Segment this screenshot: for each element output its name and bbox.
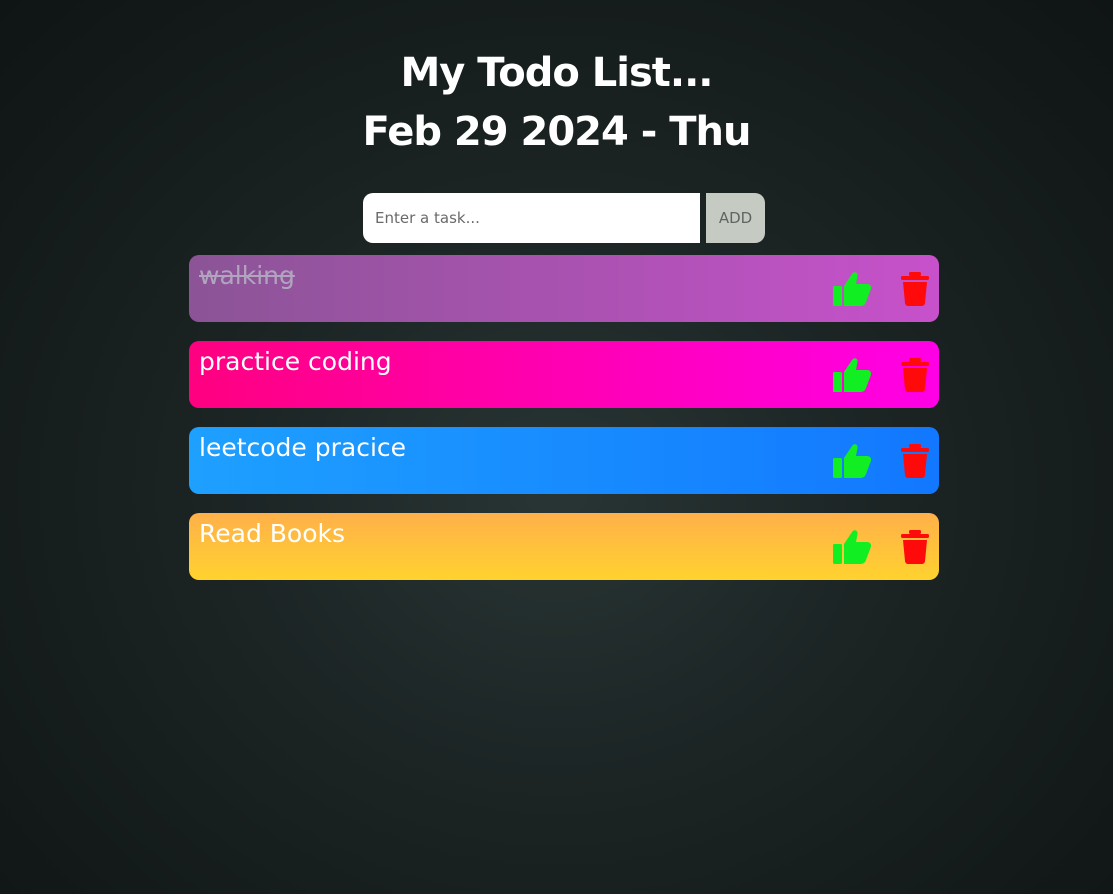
- task-item: practice coding: [189, 341, 939, 408]
- page-title: My Todo List...: [400, 50, 713, 96]
- trash-icon[interactable]: [900, 358, 930, 392]
- task-input-row: ADD: [363, 193, 765, 243]
- current-date: Feb 29 2024 - Thu: [362, 109, 752, 155]
- thumbs-up-icon[interactable]: [831, 355, 873, 395]
- task-text[interactable]: leetcode pracice: [199, 433, 406, 462]
- task-text[interactable]: walking: [199, 261, 295, 290]
- trash-icon[interactable]: [900, 444, 930, 478]
- thumbs-up-icon[interactable]: [831, 269, 873, 309]
- thumbs-up-icon[interactable]: [831, 527, 873, 567]
- trash-icon[interactable]: [900, 272, 930, 306]
- task-text[interactable]: Read Books: [199, 519, 345, 548]
- thumbs-up-icon[interactable]: [831, 441, 873, 481]
- header: My Todo List... Feb 29 2024 - Thu: [0, 46, 1113, 164]
- task-item: walking: [189, 255, 939, 322]
- add-button[interactable]: ADD: [706, 193, 765, 243]
- task-item: leetcode pracice: [189, 427, 939, 494]
- task-text[interactable]: practice coding: [199, 347, 392, 376]
- task-input[interactable]: [363, 193, 700, 243]
- trash-icon[interactable]: [900, 530, 930, 564]
- task-item: Read Books: [189, 513, 939, 580]
- task-list: walking practice coding leetcode pracice: [189, 255, 939, 599]
